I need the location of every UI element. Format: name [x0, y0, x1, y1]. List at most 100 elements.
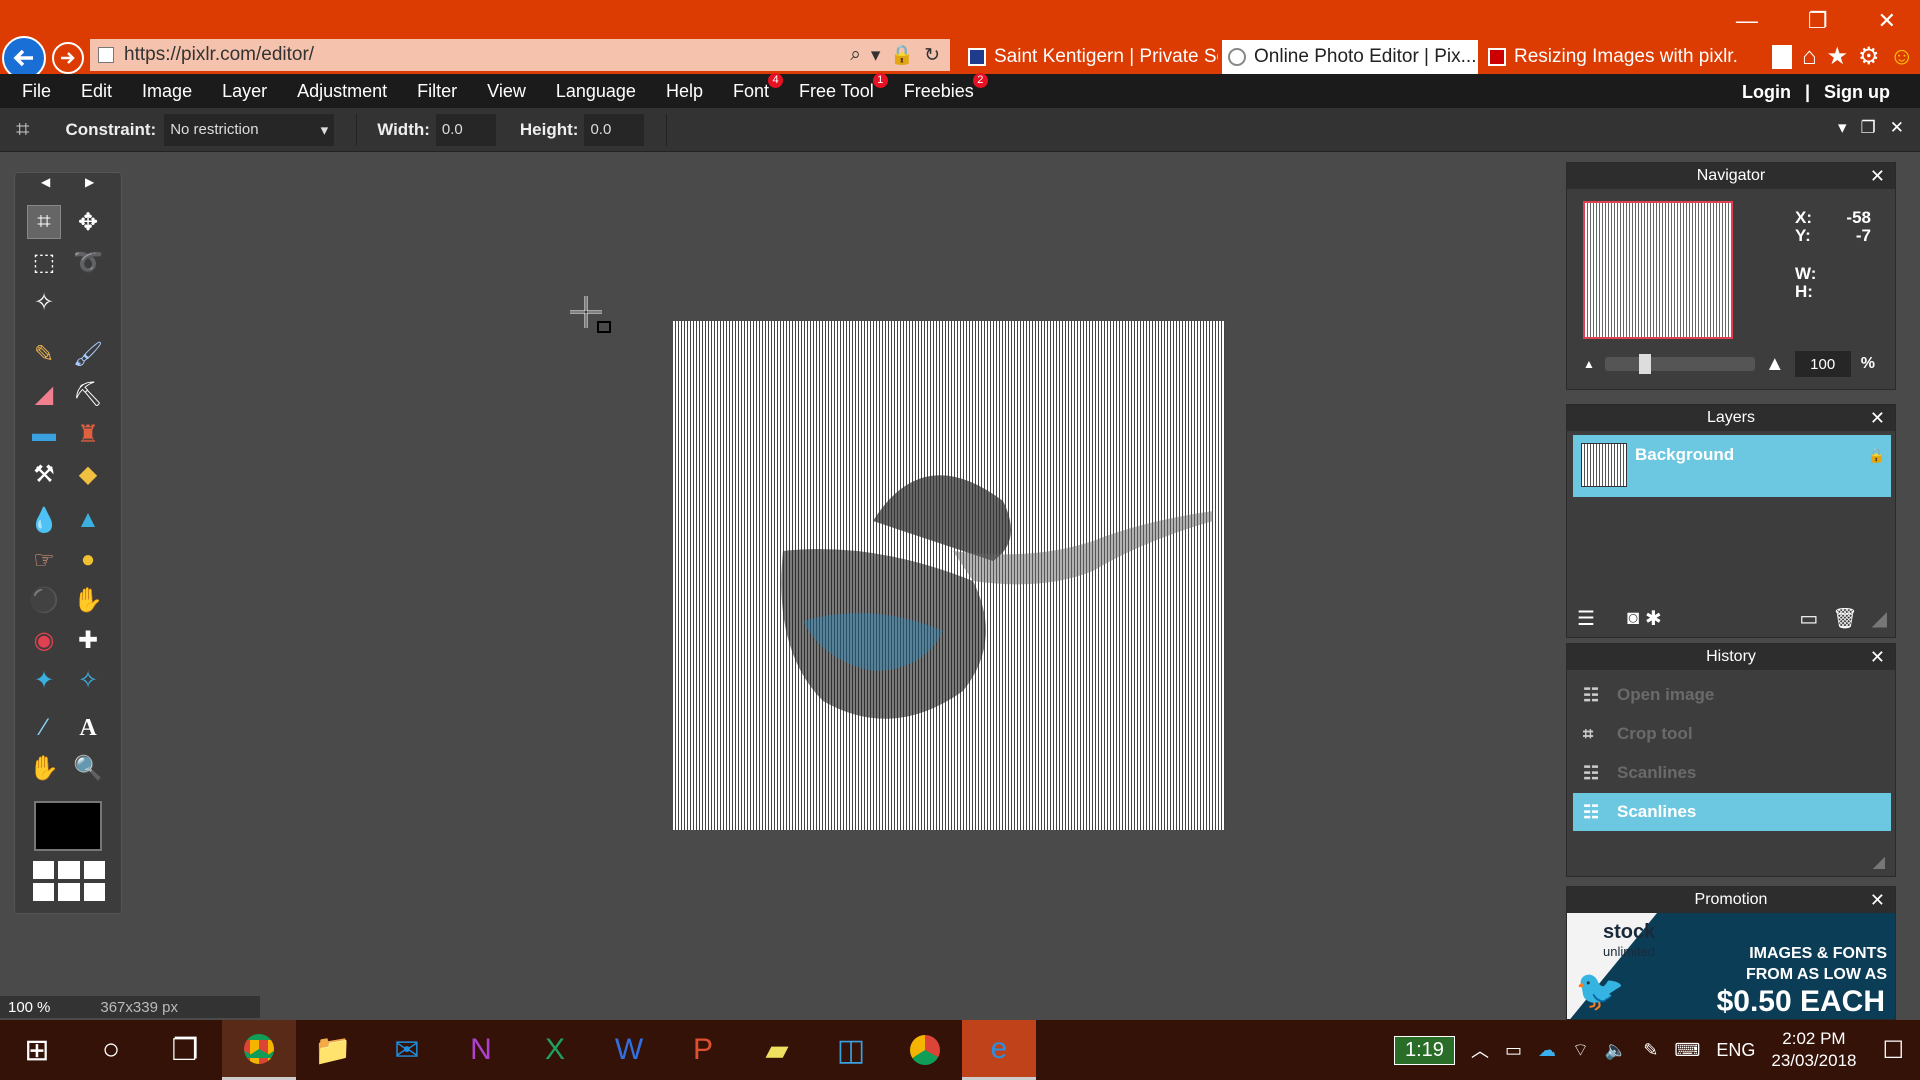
clock[interactable]: 2:02 PM 23/03/2018: [1771, 1028, 1856, 1072]
signup-link[interactable]: Sign up: [1824, 82, 1890, 103]
history-item[interactable]: ☷ Open image: [1573, 676, 1891, 714]
chevron-up-icon[interactable]: ︿: [1471, 1037, 1489, 1063]
settings-gear-icon[interactable]: ⚙: [1858, 42, 1880, 71]
onedrive-cloud-icon[interactable]: ☁: [1538, 1040, 1556, 1061]
battery-time-display[interactable]: 1:19: [1394, 1035, 1455, 1065]
menu-file[interactable]: File: [22, 81, 51, 102]
sticky-notes-icon[interactable]: ▰: [740, 1020, 814, 1080]
menu-language[interactable]: Language: [556, 81, 636, 102]
internet-explorer-icon[interactable]: e: [962, 1020, 1036, 1080]
zoom-slider[interactable]: [1604, 354, 1755, 374]
menu-image[interactable]: Image: [142, 81, 192, 102]
minimize-icon[interactable]: —: [1736, 8, 1758, 34]
layer-styles-icon[interactable]: ✱: [1645, 606, 1662, 631]
width-input[interactable]: 0.0: [435, 113, 496, 146]
height-input[interactable]: 0.0: [584, 113, 645, 146]
menu-layer[interactable]: Layer: [222, 81, 267, 102]
promo-banner[interactable]: stock unlimited 🐦 IMAGES & FONTS FROM AS…: [1567, 913, 1895, 1019]
refresh-icon[interactable]: ↻: [924, 44, 940, 67]
menu-adjustment[interactable]: Adjustment: [297, 81, 387, 102]
spot-heal-icon[interactable]: ✚: [71, 623, 105, 657]
smiley-feedback-icon[interactable]: ☺: [1889, 43, 1914, 71]
menu-font[interactable]: Font 4: [733, 72, 784, 102]
gradient-tool-icon[interactable]: ▬: [27, 417, 61, 451]
keyboard-icon[interactable]: ⌨: [1674, 1040, 1700, 1061]
dodge-tool-icon[interactable]: ✋: [71, 583, 105, 617]
resize-grip-icon[interactable]: ◢: [1872, 606, 1887, 631]
chrome-icon[interactable]: [222, 1020, 296, 1080]
zoom-slider-handle[interactable]: [1639, 354, 1652, 374]
menu-view[interactable]: View: [487, 81, 526, 102]
battery-icon[interactable]: ▭: [1505, 1040, 1522, 1061]
restore-panel-icon[interactable]: ❐: [1861, 118, 1876, 138]
foreground-color-swatch[interactable]: [34, 801, 102, 851]
address-bar[interactable]: https://pixlr.com/editor/ ⌕ ▾ 🔒 ↻: [90, 39, 950, 71]
menu-free-tool[interactable]: Free Tool 1: [799, 72, 888, 102]
layer-settings-icon[interactable]: ☰: [1577, 606, 1595, 631]
panel-layout-grid-icon[interactable]: [33, 861, 105, 901]
hand-tool-icon[interactable]: ✋: [27, 751, 61, 785]
onenote-icon[interactable]: N: [444, 1020, 518, 1080]
magic-wand-icon[interactable]: ✧: [27, 285, 61, 319]
pencil-tool-icon[interactable]: ✎: [27, 337, 61, 371]
close-icon[interactable]: ✕: [1870, 647, 1885, 668]
outlook-icon[interactable]: ✉: [370, 1020, 444, 1080]
paint-bucket-icon[interactable]: ⛏: [71, 377, 105, 411]
zoom-out-mountain-icon[interactable]: ▲: [1583, 357, 1595, 371]
panel-right-arrow-icon[interactable]: ▶: [85, 175, 94, 189]
marquee-tool-icon[interactable]: ⬚: [27, 245, 61, 279]
zoom-input[interactable]: 100: [1794, 351, 1851, 377]
new-layer-icon[interactable]: ▭: [1799, 606, 1818, 631]
dropdown-icon[interactable]: ▾: [871, 44, 881, 67]
collapse-icon[interactable]: ▾: [1838, 118, 1847, 138]
history-item[interactable]: ⌗ Crop tool: [1573, 715, 1891, 753]
close-icon[interactable]: ✕: [1870, 890, 1885, 911]
sponge-tool-icon[interactable]: ●: [71, 543, 105, 577]
navigator-thumbnail[interactable]: [1583, 201, 1733, 339]
constraint-select[interactable]: No restriction ▾: [164, 113, 335, 146]
brush-tool-icon[interactable]: 🖌: [71, 337, 105, 371]
tab-pixlr-editor[interactable]: Online Photo Editor | Pix... ✕: [1222, 40, 1478, 74]
tab-saint-kentigern[interactable]: Saint Kentigern | Private Sc...: [962, 40, 1218, 74]
menu-help[interactable]: Help: [666, 81, 703, 102]
menu-edit[interactable]: Edit: [81, 81, 112, 102]
volume-icon[interactable]: 🔈: [1605, 1040, 1627, 1061]
image-canvas[interactable]: [673, 321, 1225, 830]
file-explorer-icon[interactable]: 📁: [296, 1020, 370, 1080]
excel-icon[interactable]: X: [518, 1020, 592, 1080]
wifi-icon[interactable]: ⌔: [1572, 1039, 1589, 1062]
trash-icon[interactable]: 🗑: [1832, 606, 1857, 631]
app-icon[interactable]: ◫: [814, 1020, 888, 1080]
chrome-icon-2[interactable]: [888, 1020, 962, 1080]
status-zoom[interactable]: 100: [8, 999, 33, 1016]
crop-tool-icon[interactable]: ⌗: [27, 205, 61, 239]
burn-tool-icon[interactable]: ⚫: [27, 583, 61, 617]
text-tool-icon[interactable]: A: [71, 711, 105, 745]
history-item-active[interactable]: ☷ Scanlines: [1573, 793, 1891, 831]
resize-grip-icon[interactable]: ◢: [1873, 852, 1885, 872]
panel-left-arrow-icon[interactable]: ◀: [41, 175, 50, 189]
bloat-tool-icon[interactable]: ✦: [27, 663, 61, 697]
zoom-tool-icon[interactable]: 🔍: [71, 751, 105, 785]
sharpen-tool-icon[interactable]: ▲: [71, 503, 105, 537]
forward-button[interactable]: [52, 42, 84, 74]
red-eye-icon[interactable]: ◉: [27, 623, 61, 657]
new-tab-icon[interactable]: [1771, 44, 1792, 69]
lasso-tool-icon[interactable]: ➰: [71, 245, 105, 279]
home-icon[interactable]: ⌂: [1802, 43, 1817, 71]
restore-icon[interactable]: ❐: [1808, 8, 1828, 34]
pen-icon[interactable]: ✎: [1643, 1040, 1658, 1061]
blur-tool-icon[interactable]: 💧: [27, 503, 61, 537]
zoom-in-mountain-icon[interactable]: ▲: [1765, 353, 1785, 376]
pinch-tool-icon[interactable]: ✧: [71, 663, 105, 697]
tab-resizing-images[interactable]: Resizing Images with pixlr....: [1482, 40, 1738, 74]
word-icon[interactable]: W: [592, 1020, 666, 1080]
color-replace-icon[interactable]: ⚒: [27, 457, 61, 491]
move-tool-icon[interactable]: ✥: [71, 205, 105, 239]
menu-filter[interactable]: Filter: [417, 81, 457, 102]
close-panel-icon[interactable]: ✕: [1890, 118, 1904, 138]
close-icon[interactable]: ✕: [1870, 166, 1885, 187]
close-icon[interactable]: ✕: [1878, 8, 1896, 34]
close-icon[interactable]: ✕: [1870, 408, 1885, 429]
history-item[interactable]: ☷ Scanlines: [1573, 754, 1891, 792]
